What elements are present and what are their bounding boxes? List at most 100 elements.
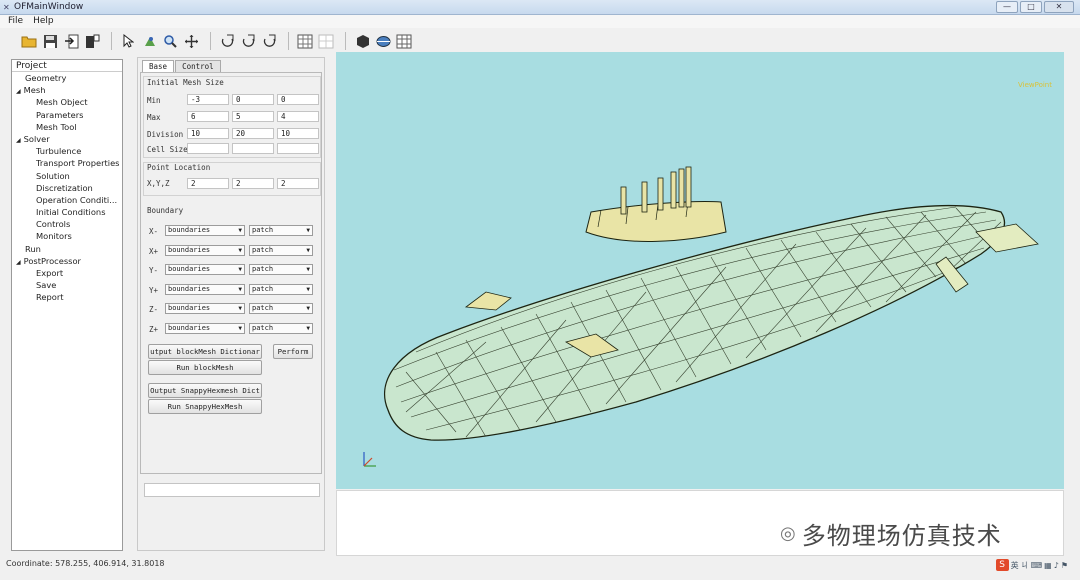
output-blockmesh-dict-button[interactable]: utput blockMesh Dictionar [148, 344, 262, 359]
boundary-name-select[interactable]: boundaries ▼ [165, 283, 245, 295]
view-y-icon[interactable] [239, 32, 257, 50]
mesh-grid-icon[interactable] [317, 32, 335, 50]
boundary-name-select[interactable]: boundaries ▼ [165, 303, 245, 314]
tree-item-geometry[interactable]: Geometry [12, 72, 122, 84]
view-x-icon[interactable] [218, 32, 236, 50]
boundary-type-select[interactable]: patch ▼ [249, 244, 313, 256]
tree-item-postprocessor[interactable]: ◢ PostProcessor [12, 255, 122, 267]
sound-icon[interactable]: ♪ [1054, 561, 1059, 570]
tree-item-controls[interactable]: Controls [12, 218, 122, 230]
object-icon[interactable] [353, 32, 371, 50]
perform-button[interactable]: Perform [273, 344, 313, 359]
max-z-field[interactable]: 4 [277, 111, 319, 122]
menu-file[interactable]: File [8, 15, 23, 28]
dropdown-arrow-icon[interactable]: ▼ [238, 226, 242, 235]
dropdown-arrow-icon[interactable]: ▼ [238, 285, 242, 294]
tree-item-export[interactable]: Export [12, 267, 122, 279]
tree-item-parameters[interactable]: Parameters [12, 109, 122, 121]
open-folder-icon[interactable] [20, 32, 38, 50]
dropdown-arrow-icon[interactable]: ▼ [238, 324, 242, 333]
tree-item-mesh-tool[interactable]: Mesh Tool [12, 121, 122, 133]
tree-item-transport-properties[interactable]: Transport Properties [12, 157, 122, 169]
dropdown-arrow-icon[interactable]: ▼ [306, 304, 310, 313]
max-y-field[interactable]: 5 [232, 111, 274, 122]
boundary-name-select[interactable]: boundaries ▼ [165, 322, 245, 334]
division-x-field[interactable]: 10 [187, 128, 229, 139]
tree-item-mesh-object[interactable]: Mesh Object [12, 96, 122, 108]
division-y-field[interactable]: 20 [232, 128, 274, 139]
tree-item-initial-conditions[interactable]: Initial Conditions [12, 206, 122, 218]
tree-item-run[interactable]: Run [12, 243, 122, 255]
surface-icon[interactable] [374, 32, 392, 50]
rotate-icon[interactable] [140, 32, 158, 50]
run-blockmesh-button[interactable]: Run blockMesh [148, 360, 262, 375]
output-snappy-dict-button[interactable]: Output SnappyHexmesh Dict [148, 383, 262, 398]
point-z-field[interactable]: 2 [277, 178, 319, 189]
expand-arrow-icon[interactable]: ◢ [16, 137, 21, 144]
zoom-icon[interactable] [161, 32, 179, 50]
min-y-field[interactable]: 0 [232, 94, 274, 105]
dropdown-arrow-icon[interactable]: ▼ [238, 265, 242, 274]
tree-item-solution[interactable]: Solution [12, 170, 122, 182]
expand-arrow-icon[interactable]: ◢ [16, 88, 21, 95]
tray-item[interactable]: 英 [1011, 560, 1019, 571]
dropdown-arrow-icon[interactable]: ▼ [306, 246, 310, 255]
tree-item-save[interactable]: Save [12, 279, 122, 291]
3d-viewport[interactable]: ViewPoint [336, 52, 1064, 489]
menu-help[interactable]: Help [33, 15, 54, 28]
cell-size-y-field[interactable] [232, 143, 274, 154]
tree-item-mesh[interactable]: ◢ Mesh [12, 84, 122, 96]
tree-item-discretization[interactable]: Discretization [12, 182, 122, 194]
tree-item-operation-conditi[interactable]: Operation Conditi... [12, 194, 122, 206]
division-z-field[interactable]: 10 [277, 128, 319, 139]
expand-arrow-icon[interactable]: ◢ [16, 259, 21, 266]
boundary-name-select[interactable]: boundaries ▼ [165, 244, 245, 256]
max-x-field[interactable]: 6 [187, 111, 229, 122]
boundary-type-select[interactable]: patch ▼ [249, 303, 313, 314]
tree-item-report[interactable]: Report [12, 291, 122, 303]
point-y-field[interactable]: 2 [232, 178, 274, 189]
dropdown-arrow-icon[interactable]: ▼ [238, 246, 242, 255]
tray-item[interactable]: ▦ [1044, 561, 1052, 570]
min-z-field[interactable]: 0 [277, 94, 319, 105]
panel-bottom-field[interactable] [144, 483, 320, 497]
tree-item-monitors[interactable]: Monitors [12, 230, 122, 242]
dropdown-arrow-icon[interactable]: ▼ [306, 265, 310, 274]
tab-control[interactable]: Control [175, 60, 221, 72]
cell-size-x-field[interactable] [187, 143, 229, 154]
import-icon[interactable] [62, 32, 80, 50]
dropdown-arrow-icon[interactable]: ▼ [306, 285, 310, 294]
cell-size-z-field[interactable] [277, 143, 319, 154]
tray-item[interactable]: ㄐ [1021, 560, 1029, 571]
boundary-type-select[interactable]: patch ▼ [249, 283, 313, 295]
view-z-icon[interactable] [260, 32, 278, 50]
pointer-icon[interactable] [119, 32, 137, 50]
toolbar-separator [210, 32, 211, 50]
export-icon[interactable] [83, 32, 101, 50]
ime-logo-icon[interactable]: S [995, 559, 1009, 571]
point-x-field[interactable]: 2 [187, 178, 229, 189]
wireframe-icon[interactable] [395, 32, 413, 50]
maximize-button[interactable]: □ [1020, 1, 1042, 13]
boundary-type-select[interactable]: patch ▼ [249, 264, 313, 275]
dropdown-arrow-icon[interactable]: ▼ [306, 324, 310, 333]
boundary-name-select[interactable]: boundaries ▼ [165, 264, 245, 275]
flag-icon[interactable]: ⚑ [1061, 561, 1068, 570]
boundary-type-value: patch [252, 304, 274, 312]
boundary-name-select[interactable]: boundaries ▼ [165, 225, 245, 236]
run-snappyhexmesh-button[interactable]: Run SnappyHexMesh [148, 399, 262, 414]
min-x-field[interactable]: -3 [187, 94, 229, 105]
keyboard-icon[interactable]: ⌨ [1031, 561, 1043, 570]
boundary-type-select[interactable]: patch ▼ [249, 322, 313, 334]
minimize-button[interactable]: — [996, 1, 1018, 13]
tree-item-turbulence[interactable]: Turbulence [12, 145, 122, 157]
grid-icon[interactable] [296, 32, 314, 50]
pan-icon[interactable] [182, 32, 200, 50]
dropdown-arrow-icon[interactable]: ▼ [238, 304, 242, 313]
save-icon[interactable] [41, 32, 59, 50]
tree-item-solver[interactable]: ◢ Solver [12, 133, 122, 145]
boundary-type-select[interactable]: patch ▼ [249, 225, 313, 236]
dropdown-arrow-icon[interactable]: ▼ [306, 226, 310, 235]
close-button[interactable]: ✕ [1044, 1, 1074, 13]
tab-base[interactable]: Base [142, 60, 175, 72]
